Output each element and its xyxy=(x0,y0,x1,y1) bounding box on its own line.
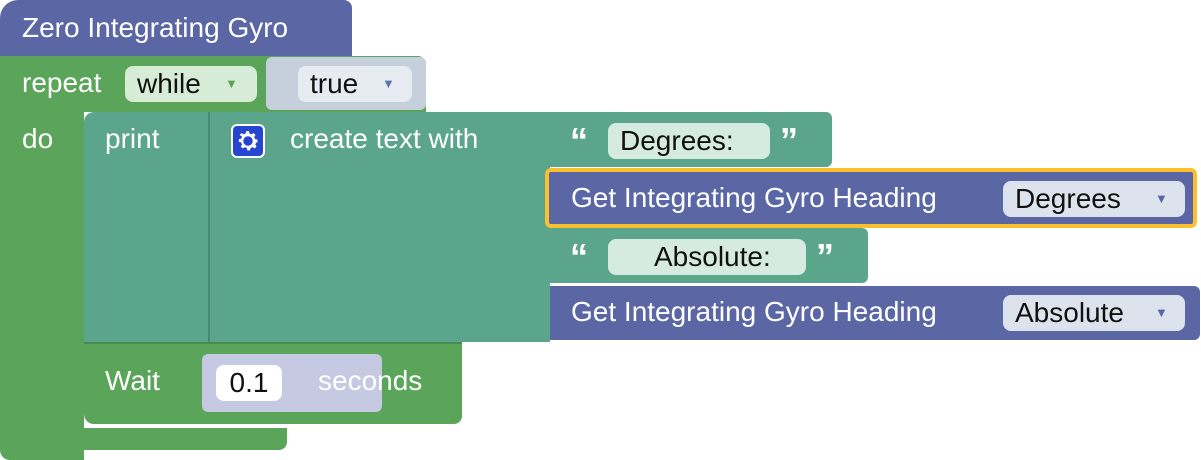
boolean-value: true xyxy=(310,68,359,99)
wait-duration-value: 0.1 xyxy=(229,367,269,398)
seconds-label: seconds xyxy=(318,365,423,396)
close-quote-icon: ” xyxy=(780,120,798,161)
text-field-value: Absolute: xyxy=(654,241,771,272)
repeat-label: repeat xyxy=(22,67,102,98)
gyro-heading-label: Get Integrating Gyro Heading xyxy=(571,182,937,213)
text-block-absolute[interactable]: “ Absolute: ” xyxy=(550,228,868,283)
chevron-down-icon: ▼ xyxy=(382,76,395,91)
repeat-while-block-left-arm[interactable] xyxy=(0,110,84,460)
create-text-with-label: create text with xyxy=(290,123,479,154)
gyro-unit-value: Absolute xyxy=(1015,297,1124,328)
boolean-value-dropdown[interactable]: true ▼ xyxy=(298,66,412,102)
gyro-heading-block-absolute[interactable]: Get Integrating Gyro Heading Absolute ▼ xyxy=(550,286,1200,340)
event-block-zero-integrating-gyro[interactable]: Zero Integrating Gyro xyxy=(0,0,352,57)
gear-icon xyxy=(238,131,259,151)
wait-block[interactable]: Wait 0.1 seconds xyxy=(84,342,462,424)
text-field-degrees[interactable]: Degrees: xyxy=(608,123,770,159)
chevron-down-icon: ▼ xyxy=(1155,305,1168,320)
mutator-button[interactable] xyxy=(231,124,265,158)
print-label: print xyxy=(105,123,160,154)
gyro-unit-value: Degrees xyxy=(1015,183,1121,214)
wait-duration-input[interactable]: 0.1 xyxy=(216,365,282,401)
chevron-down-icon: ▼ xyxy=(1155,191,1168,206)
chevron-down-icon: ▼ xyxy=(225,76,238,91)
text-field-value: Degrees: xyxy=(620,125,734,156)
repeat-while-block-footer[interactable] xyxy=(0,428,287,450)
gyro-unit-dropdown[interactable]: Degrees ▼ xyxy=(1003,181,1185,217)
gyro-unit-dropdown[interactable]: Absolute ▼ xyxy=(1003,295,1185,331)
event-block-title: Zero Integrating Gyro xyxy=(22,12,289,43)
gyro-heading-block-degrees[interactable]: Get Integrating Gyro Heading Degrees ▼ xyxy=(545,168,1197,228)
do-label: do xyxy=(22,123,54,154)
repeat-mode-dropdown[interactable]: while ▼ xyxy=(125,66,257,102)
repeat-mode-value: while xyxy=(137,68,201,99)
open-quote-icon: “ xyxy=(570,120,588,161)
boolean-true-block[interactable]: true ▼ xyxy=(266,57,426,110)
close-quote-icon: ” xyxy=(816,236,834,277)
wait-label: Wait xyxy=(105,365,160,396)
open-quote-icon: “ xyxy=(570,236,588,277)
text-field-absolute[interactable]: Absolute: xyxy=(608,239,806,275)
gyro-heading-label: Get Integrating Gyro Heading xyxy=(571,296,937,327)
text-block-degrees[interactable]: “ Degrees: ” xyxy=(550,112,832,167)
